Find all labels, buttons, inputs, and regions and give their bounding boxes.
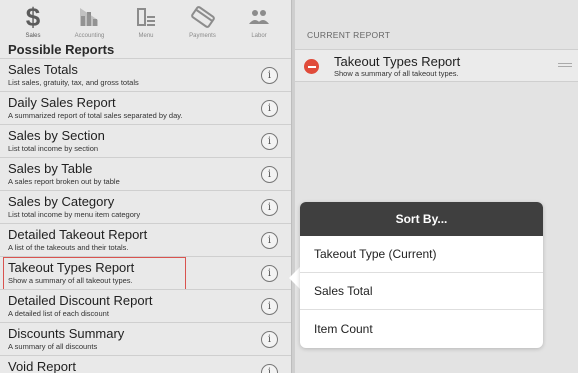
report-description: A sales report broken out by table [8, 177, 120, 186]
info-icon[interactable]: i [261, 232, 278, 249]
report-row-sales-by-category[interactable]: Sales by Category List total income by m… [0, 190, 291, 223]
report-row-sales-totals[interactable]: Sales Totals List sales, gratuity, tax, … [0, 58, 291, 91]
sort-popover: Sort By... Takeout Type (Current) Sales … [300, 202, 543, 348]
current-report-description: Show a summary of all takeout types. [334, 69, 459, 78]
report-row-void-report[interactable]: Void Report i [0, 355, 291, 373]
svg-text:$: $ [26, 4, 41, 30]
report-title: Detailed Discount Report [8, 293, 153, 308]
sort-popover-title: Sort By... [300, 202, 543, 236]
reorder-handle-icon[interactable] [558, 63, 572, 69]
category-label: Sales [25, 33, 41, 39]
payments-icon [190, 2, 216, 32]
report-title: Detailed Takeout Report [8, 227, 148, 242]
category-tab-sales[interactable]: $ Sales [8, 0, 58, 42]
category-tab-labor[interactable]: Labor [234, 0, 284, 42]
report-row-detailed-discount[interactable]: Detailed Discount Report A detailed list… [0, 289, 291, 322]
labor-icon [247, 2, 271, 32]
report-title: Takeout Types Report [8, 260, 135, 275]
info-icon[interactable]: i [261, 331, 278, 348]
info-icon[interactable]: i [261, 298, 278, 315]
report-description: Show a summary of all takeout types. [8, 276, 133, 285]
category-label: Accounting [74, 33, 105, 39]
report-row-discounts-summary[interactable]: Discounts Summary A summary of all disco… [0, 322, 291, 355]
category-tab-accounting[interactable]: Accounting [65, 0, 115, 42]
report-title: Sales by Section [8, 128, 105, 143]
menu-icon [134, 2, 158, 32]
info-icon[interactable]: i [261, 100, 278, 117]
accounting-icon [78, 2, 102, 32]
report-list: Sales Totals List sales, gratuity, tax, … [0, 58, 291, 373]
info-icon[interactable]: i [261, 199, 278, 216]
current-report-label: CURRENT REPORT [307, 30, 391, 40]
app-window: $ Sales Accounting Menu Payments Labor P… [0, 0, 578, 373]
remove-report-button[interactable] [304, 59, 319, 74]
sort-option-item-count[interactable]: Item Count [300, 310, 543, 347]
report-title: Void Report [8, 359, 76, 373]
report-description: A summary of all discounts [8, 342, 98, 351]
report-title: Sales Totals [8, 62, 78, 77]
report-row-daily-sales[interactable]: Daily Sales Report A summarized report o… [0, 91, 291, 124]
report-description: List sales, gratuity, tax, and gross tot… [8, 78, 139, 87]
sort-option-sales-total[interactable]: Sales Total [300, 273, 543, 310]
current-report-row[interactable]: Takeout Types Report Show a summary of a… [295, 49, 578, 82]
report-title: Daily Sales Report [8, 95, 116, 110]
report-row-sales-by-table[interactable]: Sales by Table A sales report broken out… [0, 157, 291, 190]
popover-arrow [289, 267, 300, 289]
category-tabs: $ Sales Accounting Menu Payments Labor [0, 0, 291, 42]
info-icon[interactable]: i [261, 166, 278, 183]
report-title: Sales by Category [8, 194, 115, 209]
category-tab-payments[interactable]: Payments [178, 0, 228, 42]
report-description: A list of the takeouts and their totals. [8, 243, 129, 252]
report-title: Sales by Table [8, 161, 93, 176]
report-title: Discounts Summary [8, 326, 125, 341]
report-description: List total income by menu item category [8, 210, 141, 219]
info-icon[interactable]: i [261, 133, 278, 150]
report-description: A summarized report of total sales separ… [8, 111, 183, 120]
current-report-title: Takeout Types Report [334, 54, 461, 69]
category-label: Labor [251, 33, 267, 39]
reports-sidebar: $ Sales Accounting Menu Payments Labor P… [0, 0, 292, 373]
dollar-icon: $ [24, 2, 42, 32]
category-label: Menu [138, 33, 154, 39]
report-row-detailed-takeout[interactable]: Detailed Takeout Report A list of the ta… [0, 223, 291, 256]
report-description: List total income by section [8, 144, 99, 153]
section-title: Possible Reports [8, 42, 115, 57]
report-description: A detailed list of each discount [8, 309, 109, 318]
report-row-takeout-types[interactable]: Takeout Types Report Show a summary of a… [0, 256, 291, 290]
minus-icon [307, 65, 316, 68]
sort-option-takeout-type[interactable]: Takeout Type (Current) [300, 236, 543, 273]
category-label: Payments [189, 33, 216, 39]
category-tab-menu[interactable]: Menu [121, 0, 171, 42]
info-icon[interactable]: i [261, 67, 278, 84]
report-row-sales-by-section[interactable]: Sales by Section List total income by se… [0, 124, 291, 157]
info-icon[interactable]: i [261, 265, 278, 282]
